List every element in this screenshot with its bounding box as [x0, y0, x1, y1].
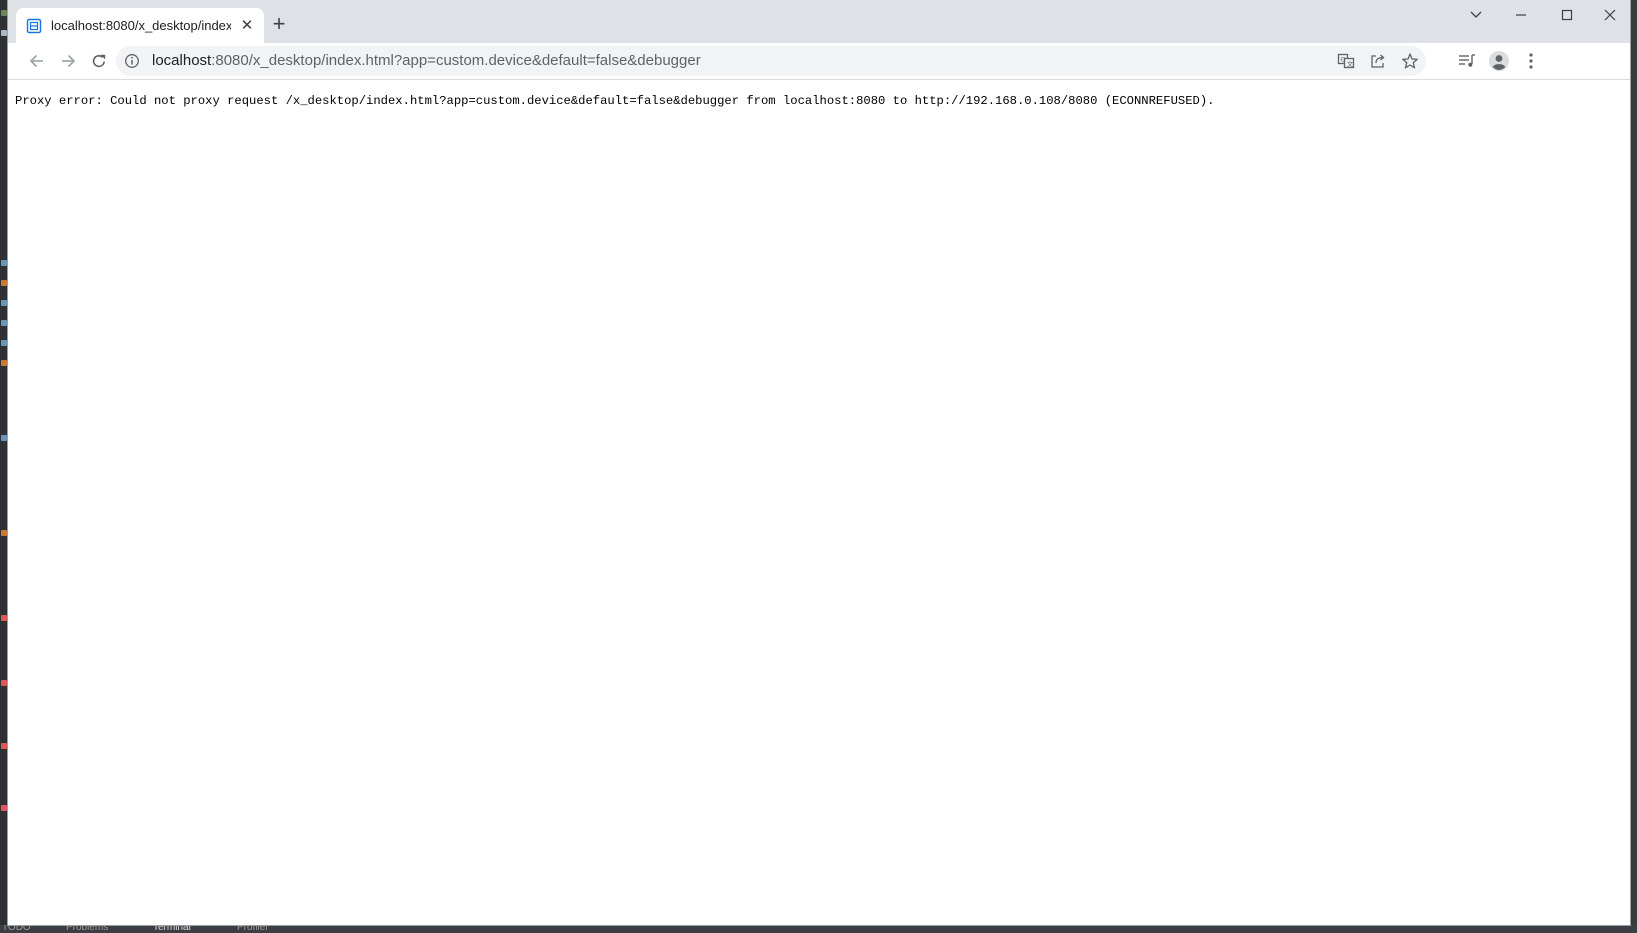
ide-gutter-mark [1, 10, 7, 16]
svg-text:文: 文 [1347, 59, 1354, 68]
share-icon[interactable] [1368, 51, 1388, 71]
ide-gutter-mark [1, 680, 7, 686]
close-icon[interactable]: ✕ [238, 17, 256, 35]
star-icon[interactable] [1400, 51, 1420, 71]
url-host: localhost [152, 52, 212, 69]
reload-button[interactable] [84, 46, 114, 76]
tab-search-button[interactable] [1453, 0, 1499, 30]
close-icon [1604, 9, 1616, 21]
ide-gutter-mark [1, 743, 7, 749]
proxy-error-message: Proxy error: Could not proxy request /x_… [15, 94, 1215, 108]
ide-gutter-mark [1, 615, 7, 621]
ide-tool-todo[interactable]: TODO [2, 925, 31, 933]
ide-tool-window-bar: TODO Problems Terminal Profiler [0, 925, 1637, 933]
ide-gutter-mark [1, 260, 7, 266]
screen: TODO Problems Terminal Profiler localhos… [0, 0, 1637, 933]
url-text[interactable]: localhost:8080/x_desktop/index.html?app=… [152, 52, 701, 70]
arrow-right-icon [62, 54, 76, 68]
reload-icon [92, 54, 106, 68]
arrow-left-icon [29, 54, 43, 68]
ide-gutter-mark [1, 360, 7, 366]
svg-text:G: G [1340, 56, 1345, 64]
tab-title: localhost:8080/x_desktop/index.html?app=… [51, 18, 231, 33]
forward-button[interactable] [53, 46, 83, 76]
browser-toolbar: localhost:8080/x_desktop/index.html?app=… [8, 43, 1630, 80]
profile-button[interactable] [1484, 46, 1514, 76]
menu-button[interactable] [1516, 46, 1546, 76]
ide-tool-profiler[interactable]: Profiler [237, 925, 269, 933]
ide-gutter-mark [1, 300, 7, 306]
ide-gutter-mark [1, 280, 7, 286]
close-window-button[interactable] [1590, 0, 1630, 30]
browser-window: localhost:8080/x_desktop/index.html?app=… [8, 0, 1630, 925]
three-dots-vertical-icon [1529, 53, 1533, 69]
chevron-down-icon [1470, 11, 1482, 18]
ide-tool-problems[interactable]: Problems [66, 925, 108, 933]
ide-gutter-mark [1, 530, 7, 536]
translate-icon[interactable]: G 文 [1336, 51, 1356, 71]
ide-gutter-mark [1, 320, 7, 326]
ide-gutter-mark [1, 435, 7, 441]
info-circle-icon[interactable] [124, 53, 140, 69]
ide-gutter-mark [1, 30, 7, 36]
profile-avatar-icon [1489, 51, 1509, 71]
page-content: Proxy error: Could not proxy request /x_… [8, 80, 1630, 925]
ide-tool-terminal[interactable]: Terminal [153, 925, 191, 933]
minimize-icon [1516, 14, 1526, 16]
back-button[interactable] [22, 46, 52, 76]
address-bar[interactable]: localhost:8080/x_desktop/index.html?app=… [116, 46, 1426, 76]
ide-right-gutter [1630, 0, 1637, 925]
title-bar: localhost:8080/x_desktop/index.html?app=… [8, 0, 1630, 43]
maximize-icon [1561, 9, 1573, 21]
url-path: :8080/x_desktop/index.html?app=custom.de… [211, 52, 701, 69]
maximize-button[interactable] [1544, 0, 1590, 30]
tab-active[interactable]: localhost:8080/x_desktop/index.html?app=… [16, 8, 264, 43]
document-frame-icon [26, 18, 42, 34]
ide-gutter-mark [1, 805, 7, 811]
minimize-button[interactable] [1498, 0, 1544, 30]
ide-gutter-mark [1, 340, 7, 346]
media-queue-icon[interactable] [1452, 46, 1482, 76]
new-tab-button[interactable]: + [266, 12, 292, 38]
